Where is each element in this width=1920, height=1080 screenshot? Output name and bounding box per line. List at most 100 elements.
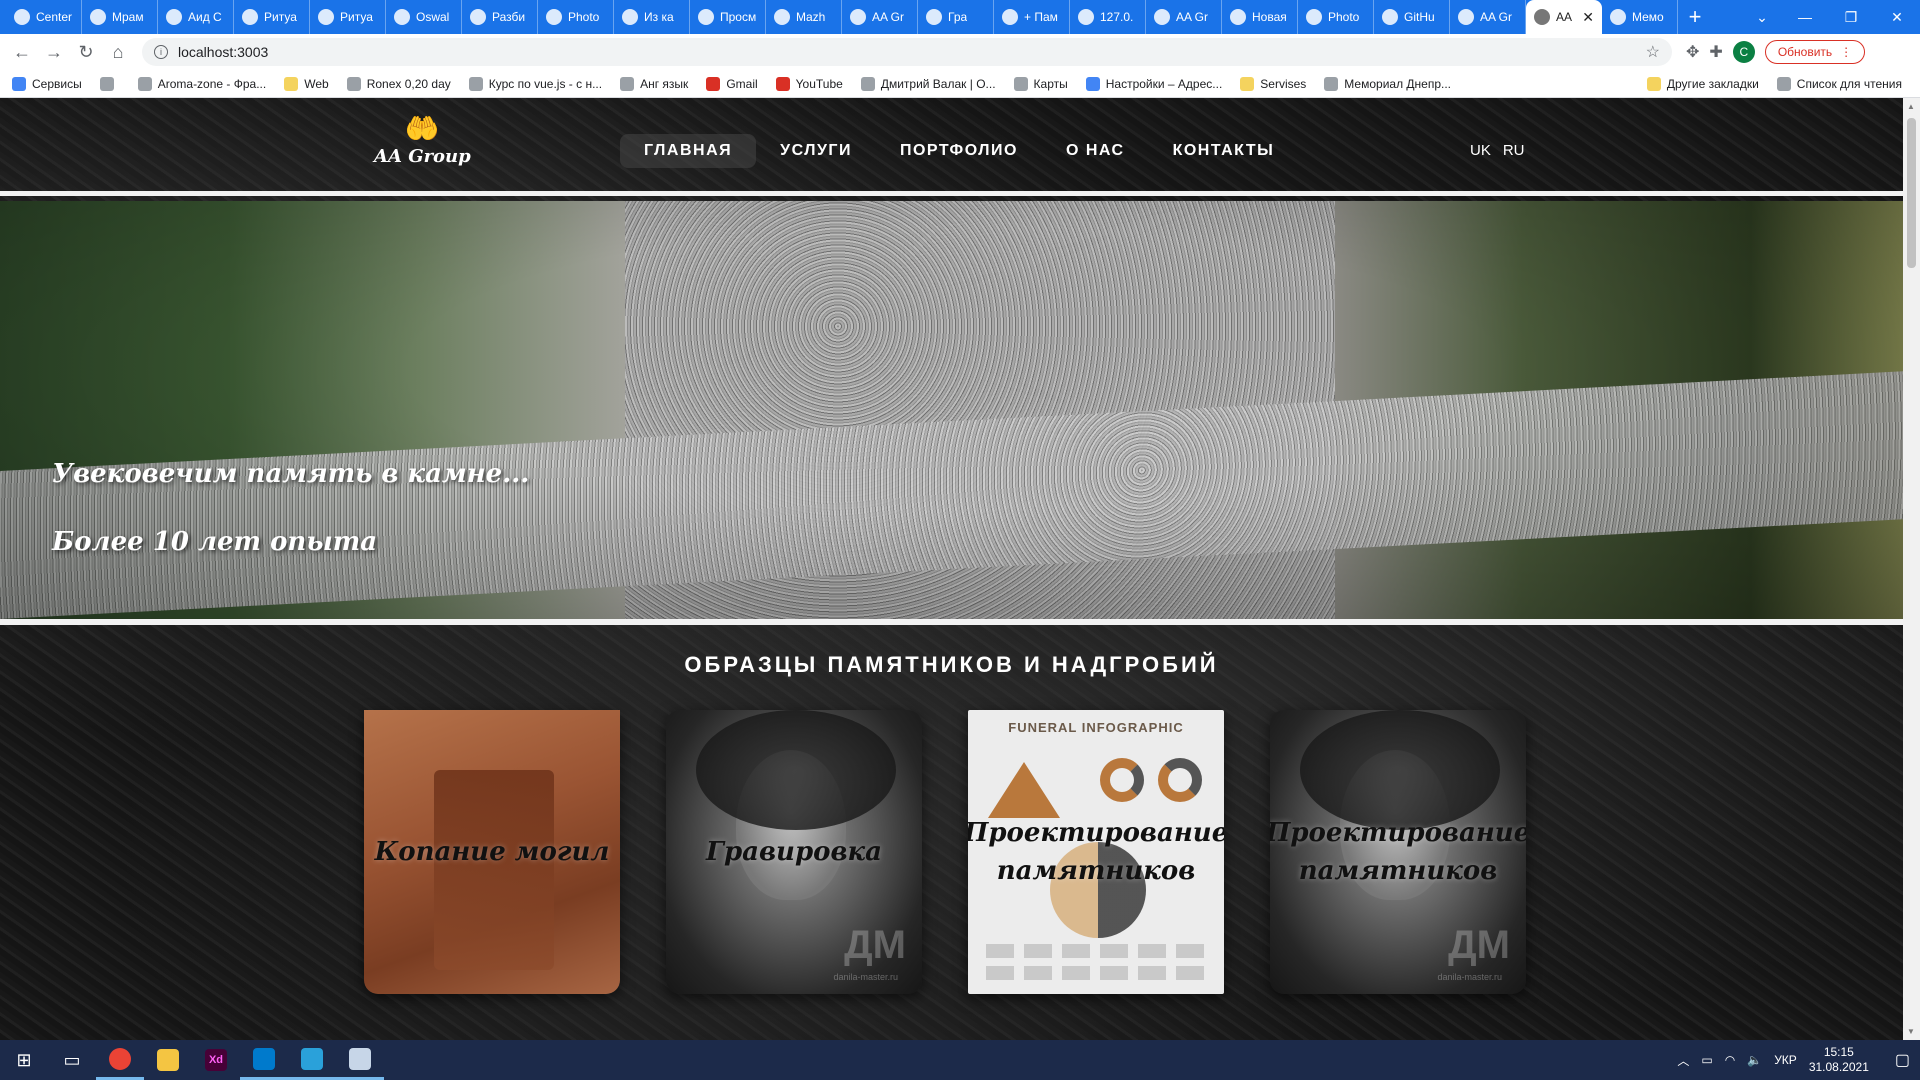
- nav-item[interactable]: КОНТАКТЫ: [1149, 134, 1299, 168]
- tab-search-icon[interactable]: ⌄: [1742, 9, 1782, 26]
- bookmark-item[interactable]: Дмитрий Валак | О...: [860, 76, 996, 91]
- bookmark-item[interactable]: Web: [284, 76, 329, 91]
- browser-tab[interactable]: Photo: [538, 0, 614, 34]
- volume-icon[interactable]: 🔈: [1747, 1053, 1762, 1067]
- start-button[interactable]: ⊞: [0, 1040, 48, 1080]
- browser-tab[interactable]: + Пам: [994, 0, 1070, 34]
- tab-title: Oswal: [416, 10, 450, 24]
- browser-tab[interactable]: Гра: [918, 0, 994, 34]
- browser-tab[interactable]: Photo: [1298, 0, 1374, 34]
- bookmark-item[interactable]: Ronex 0,20 day: [346, 76, 451, 91]
- bookmark-item[interactable]: Карты: [1013, 76, 1068, 91]
- site-info-icon[interactable]: i: [154, 45, 168, 59]
- move-icon[interactable]: ✥: [1686, 42, 1699, 62]
- clock[interactable]: 15:15 31.08.2021: [1809, 1045, 1869, 1075]
- bookmark-item[interactable]: Сервисы: [12, 76, 82, 91]
- browser-tab[interactable]: Ритуа: [310, 0, 386, 34]
- sample-card[interactable]: Копание могил: [364, 710, 620, 994]
- page-scrollbar[interactable]: ▲ ▼: [1903, 98, 1920, 1040]
- wifi-icon[interactable]: ◠: [1725, 1053, 1735, 1067]
- forward-icon[interactable]: →: [38, 42, 70, 63]
- adobe-xd-taskbar-button[interactable]: Xd: [192, 1040, 240, 1080]
- site-logo[interactable]: 🤲 AA Group: [374, 114, 471, 168]
- input-language[interactable]: УКР: [1774, 1053, 1797, 1067]
- language-option[interactable]: UK: [1470, 142, 1491, 159]
- bookmark-item[interactable]: Gmail: [706, 76, 758, 91]
- tab-title: Мемо: [1632, 10, 1664, 24]
- browser-toolbar: ← → ↻ ⌂ i localhost:3003 ☆ ✥ ✚ С Обновит…: [0, 34, 1920, 70]
- browser-tab[interactable]: Mazh: [766, 0, 842, 34]
- browser-tab-active[interactable]: AA ✕: [1526, 0, 1602, 34]
- chrome-taskbar-button[interactable]: [96, 1040, 144, 1080]
- hero-banner: Увековечим память в камне... Более 10 ле…: [0, 201, 1903, 619]
- nav-item[interactable]: ПОРТФОЛИО: [876, 134, 1042, 168]
- address-bar[interactable]: i localhost:3003 ☆: [142, 38, 1672, 66]
- paint-taskbar-button[interactable]: [336, 1040, 384, 1080]
- nav-item[interactable]: О НАС: [1042, 134, 1149, 168]
- bookmark-item[interactable]: YouTube: [775, 76, 843, 91]
- bookmark-item[interactable]: Другие закладки: [1646, 76, 1759, 91]
- language-option[interactable]: RU: [1503, 142, 1525, 159]
- bookmark-label: YouTube: [795, 76, 843, 91]
- browser-tab[interactable]: 127.0.: [1070, 0, 1146, 34]
- bookmark-item[interactable]: Настройки – Адрес...: [1085, 76, 1222, 91]
- bookmark-item[interactable]: Aroma-zone - Фра...: [137, 76, 266, 91]
- site-icon: [1324, 76, 1339, 91]
- nav-item[interactable]: ГЛАВНАЯ: [620, 134, 757, 168]
- vscode-taskbar-button[interactable]: [240, 1040, 288, 1080]
- browser-tab[interactable]: Мемо: [1602, 0, 1678, 34]
- close-window-button[interactable]: ✕: [1874, 9, 1920, 26]
- favicon-icon: [1078, 9, 1094, 25]
- battery-icon[interactable]: ▭: [1701, 1053, 1712, 1067]
- browser-tab[interactable]: AA Gr: [842, 0, 918, 34]
- bookmark-item[interactable]: Анг язык: [620, 76, 688, 91]
- watermark-logo: ДМ: [1448, 923, 1510, 967]
- reload-icon[interactable]: ↻: [70, 42, 102, 63]
- back-icon[interactable]: ←: [6, 42, 38, 63]
- profile-avatar[interactable]: С: [1732, 41, 1755, 63]
- site-icon: [346, 76, 361, 91]
- browser-tab[interactable]: GitHu: [1374, 0, 1450, 34]
- bookmark-star-icon[interactable]: ☆: [1646, 42, 1660, 62]
- browser-tab[interactable]: Просм: [690, 0, 766, 34]
- bookmark-item[interactable]: Servises: [1240, 76, 1306, 91]
- scrollbar-thumb[interactable]: [1907, 118, 1916, 268]
- taskbar-apps: Xd: [96, 1040, 384, 1080]
- minimize-button[interactable]: —: [1782, 9, 1828, 25]
- nav-item[interactable]: УСЛУГИ: [756, 134, 876, 168]
- browser-tab[interactable]: Аид С: [158, 0, 234, 34]
- browser-tab[interactable]: Ритуа: [234, 0, 310, 34]
- bookmark-item[interactable]: [99, 76, 120, 91]
- update-button[interactable]: Обновить ⋮: [1764, 40, 1866, 64]
- close-tab-icon[interactable]: ✕: [1582, 9, 1594, 26]
- task-view-icon[interactable]: ▭: [48, 1040, 96, 1080]
- bookmark-item[interactable]: Курс по vue.js - с н...: [468, 76, 602, 91]
- browser-tab[interactable]: Из ка: [614, 0, 690, 34]
- scroll-up-icon[interactable]: ▲: [1907, 102, 1915, 111]
- scroll-down-icon[interactable]: ▼: [1907, 1027, 1915, 1036]
- extensions-icon[interactable]: ✚: [1709, 42, 1722, 62]
- tab-title: AA Gr: [872, 10, 905, 24]
- site-header: 🤲 AA Group ГЛАВНАЯ УСЛУГИ ПОРТФОЛИО О НАС КО…: [0, 98, 1903, 196]
- favicon-icon: [1154, 9, 1170, 25]
- show-hidden-icons[interactable]: ︿: [1677, 1052, 1689, 1069]
- sample-card[interactable]: FUNERAL INFOGRAPHIC Проектирование памятн…: [968, 710, 1224, 994]
- bookmark-label: Мемориал Днепр...: [1344, 76, 1452, 91]
- bookmark-item[interactable]: Мемориал Днепр...: [1324, 76, 1452, 91]
- browser-tab[interactable]: AA Gr: [1146, 0, 1222, 34]
- sample-card[interactable]: ДМ danila-master.ru Проектирование памятни…: [1270, 710, 1526, 994]
- notifications-icon[interactable]: ▢: [1895, 1050, 1910, 1070]
- new-tab-button[interactable]: +: [1678, 0, 1712, 34]
- file-explorer-taskbar-button[interactable]: [144, 1040, 192, 1080]
- restore-button[interactable]: ❐: [1828, 9, 1874, 26]
- telegram-taskbar-button[interactable]: [288, 1040, 336, 1080]
- browser-tab[interactable]: Мрам: [82, 0, 158, 34]
- browser-tab[interactable]: Разби: [462, 0, 538, 34]
- sample-card[interactable]: ДМ danila-master.ru Гравировка: [666, 710, 922, 994]
- browser-tab[interactable]: Center: [6, 0, 82, 34]
- bookmark-item[interactable]: Список для чтения: [1776, 76, 1902, 91]
- browser-tab[interactable]: AA Gr: [1450, 0, 1526, 34]
- browser-tab[interactable]: Oswal: [386, 0, 462, 34]
- home-icon[interactable]: ⌂: [102, 42, 134, 63]
- browser-tab[interactable]: Новая: [1222, 0, 1298, 34]
